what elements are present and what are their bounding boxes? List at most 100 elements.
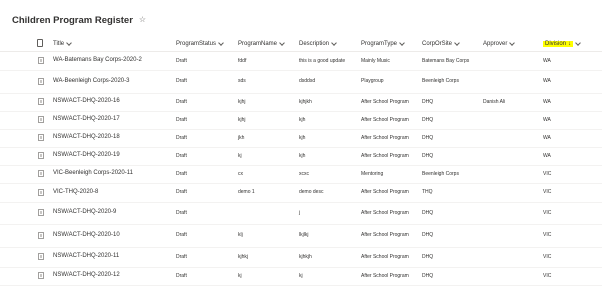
cell-desc: kj — [299, 272, 303, 279]
table-row[interactable]: NSW/ACT-DHQ-2020-19 Draft kj kjh After Schoo… — [0, 147, 602, 166]
cell-status: Draft — [176, 170, 187, 177]
cell-name: kjhj — [238, 98, 246, 105]
cell-status: Draft — [176, 98, 187, 105]
cell-status: Draft — [176, 253, 187, 260]
division-header-highlight: Division ↓ — [543, 40, 574, 47]
cell-title[interactable]: NSW/ACT-DHQ-2020-16 — [53, 98, 120, 104]
favorite-star-icon[interactable]: ☆ — [139, 16, 146, 24]
table-row[interactable]: WA-Batemans Bay Corps-2020-2 Draft fddf thi… — [0, 52, 602, 71]
cell-name: sds — [238, 78, 246, 84]
cell-status: Draft — [176, 78, 187, 84]
cell-status: Draft — [176, 189, 187, 195]
table-row[interactable]: WA-Beenleigh Corps-2020-3 Draft sds dsddsd P… — [0, 70, 602, 94]
cell-desc: dsddsd — [299, 78, 316, 84]
cell-corps: THQ — [422, 189, 433, 195]
cell-type: After School Program — [361, 232, 409, 238]
cell-title[interactable]: NSW/ACT-DHQ-2020-11 — [53, 253, 119, 259]
list-item-file-icon — [38, 77, 44, 85]
cell-corps: DHQ — [422, 98, 434, 105]
chevron-down-icon — [218, 39, 224, 46]
cell-name: cx — [238, 170, 243, 177]
cell-type: After School Program — [361, 152, 409, 159]
cell-corps: Beenleigh Corps — [422, 170, 459, 177]
chevron-down-icon — [454, 39, 460, 46]
list-item-file-icon — [38, 188, 44, 196]
table-row[interactable]: NSW/ACT-DHQ-2020-10 Draft klj lkjlkj After S… — [0, 224, 602, 248]
chevron-down-icon — [279, 39, 285, 46]
cell-division: VIC — [543, 209, 552, 216]
table-row[interactable]: VIC-THQ-2020-8 Draft demo 1 demo desc After … — [0, 183, 602, 203]
column-header-programname[interactable]: ProgramName — [238, 36, 285, 51]
cell-name: klj — [238, 232, 243, 238]
cell-status: Draft — [176, 152, 187, 159]
cell-title[interactable]: VIC-THQ-2020-8 — [53, 189, 98, 195]
cell-status: Draft — [176, 232, 187, 238]
cell-desc: kjhkjh — [299, 253, 312, 260]
column-header-corporsite[interactable]: CorpOrSite — [422, 36, 460, 51]
cell-type: After School Program — [361, 209, 409, 216]
cell-approver: Danish Ali — [483, 98, 506, 105]
cell-type: Mentoring — [361, 170, 384, 177]
column-header-programtype[interactable]: ProgramType — [361, 36, 405, 51]
list-item-file-icon — [38, 170, 44, 177]
table-row[interactable]: NSW/ACT-DHQ-2020-11 Draft kjhkj kjhkjh After… — [0, 247, 602, 268]
cell-status: Draft — [176, 272, 187, 279]
cell-name: kj — [238, 152, 242, 159]
cell-desc: kjh — [299, 116, 306, 123]
document-type-icon[interactable] — [37, 39, 43, 47]
table-row[interactable]: NSW/ACT-DHQ-2020-17 Draft kjhj kjh After Sch… — [0, 111, 602, 130]
column-header-row: Title ProgramStatus ProgramName Descript… — [0, 36, 602, 52]
cell-corps: Batemans Bay Corps — [422, 57, 470, 64]
title-row: Children Program Register ☆ — [12, 10, 146, 30]
chevron-down-icon — [66, 39, 72, 46]
table-row[interactable]: VIC-Beenleigh Corps-2020-11 Draft cx xcxc Me… — [0, 165, 602, 184]
cell-title[interactable]: WA-Beenleigh Corps-2020-3 — [53, 78, 129, 84]
table-row[interactable]: NSW/ACT-DHQ-2020-16 Draft kjhj kjhjkh After … — [0, 93, 602, 112]
column-header-programstatus[interactable]: ProgramStatus — [176, 36, 224, 51]
cell-title[interactable]: NSW/ACT-DHQ-2020-10 — [53, 232, 120, 238]
cell-title[interactable]: NSW/ACT-DHQ-2020-17 — [53, 116, 120, 122]
table-row[interactable]: NSW/ACT-DHQ-2020-12 Draft kj kj After School… — [0, 267, 602, 286]
cell-division: VIC — [543, 253, 552, 260]
cell-type: After School Program — [361, 98, 409, 105]
cell-desc: demo desc — [299, 189, 324, 195]
cell-title[interactable]: NSW/ACT-DHQ-2020-12 — [53, 272, 120, 278]
cell-desc: lkjlkj — [299, 232, 309, 238]
cell-status: Draft — [176, 116, 187, 123]
sort-descending-icon: ↓ — [568, 40, 572, 47]
list-item-file-icon — [38, 98, 44, 105]
column-header-approver[interactable]: Approver — [483, 36, 516, 51]
cell-type: Playgroup — [361, 78, 384, 84]
cell-title[interactable]: NSW/ACT-DHQ-2020-9 — [53, 209, 116, 215]
cell-type: After School Program — [361, 189, 409, 195]
cell-corps: DHQ — [422, 152, 434, 159]
cell-corps: DHQ — [422, 134, 434, 141]
list-item-file-icon — [38, 272, 44, 279]
cell-desc: kjhjkh — [299, 98, 312, 105]
cell-name: fddf — [238, 57, 247, 64]
cell-division: VIC — [543, 272, 552, 279]
cell-title[interactable]: VIC-Beenleigh Corps-2020-11 — [53, 170, 133, 176]
list-item-file-icon — [38, 57, 44, 64]
cell-division: WA — [543, 57, 551, 64]
table-row[interactable]: NSW/ACT-DHQ-2020-9 Draft j After School Pro… — [0, 202, 602, 225]
list-item-file-icon — [38, 253, 44, 260]
cell-corps: Beenleigh Corps — [422, 78, 459, 84]
cell-title[interactable]: NSW/ACT-DHQ-2020-18 — [53, 134, 120, 140]
column-header-division[interactable]: Division ↓ — [543, 36, 581, 51]
column-header-title[interactable]: Title — [53, 36, 72, 51]
table-row[interactable]: NSW/ACT-DHQ-2020-18 Draft jkh kjh After Scho… — [0, 129, 602, 148]
chevron-down-icon — [331, 39, 337, 46]
cell-corps: DHQ — [422, 116, 434, 123]
cell-desc: xcxc — [299, 170, 309, 177]
chevron-down-icon — [399, 39, 405, 46]
cell-type: After School Program — [361, 134, 409, 141]
cell-title[interactable]: WA-Batemans Bay Corps-2020-2 — [53, 57, 142, 63]
list-item-file-icon — [38, 116, 44, 123]
cell-division: WA — [543, 116, 551, 123]
cell-corps: DHQ — [422, 232, 434, 238]
column-header-description[interactable]: Description — [299, 36, 337, 51]
cell-title[interactable]: NSW/ACT-DHQ-2020-19 — [53, 152, 120, 158]
cell-corps: DHQ — [422, 209, 434, 216]
chevron-down-icon — [575, 39, 581, 46]
